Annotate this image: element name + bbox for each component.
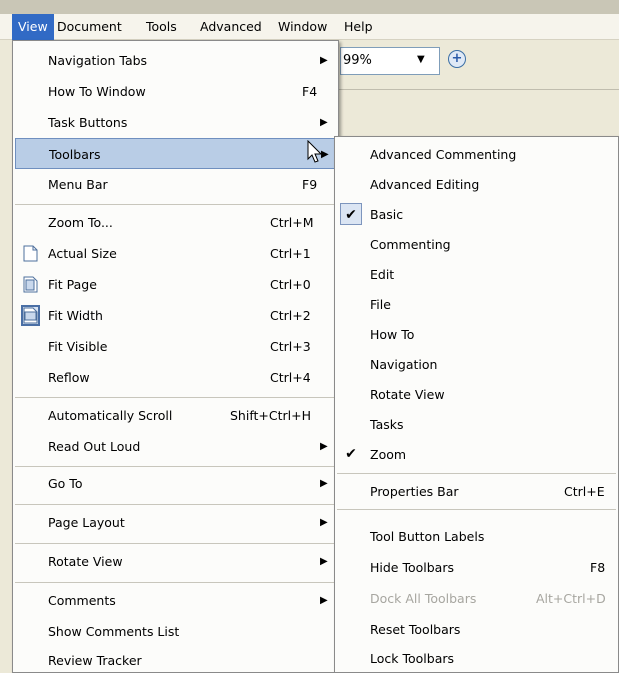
menu-item-fit-visible[interactable]: Fit Visible Ctrl+3 (14, 331, 338, 362)
menu-item-hide-toolbars[interactable]: Hide Toolbars F8 (336, 552, 618, 583)
menu-item-automatically-scroll[interactable]: Automatically Scroll Shift+Ctrl+H (14, 400, 338, 431)
menu-tools[interactable]: Tools (140, 14, 183, 40)
fit-width-icon (21, 305, 40, 326)
menu-item-show-comments-list[interactable]: Show Comments List (14, 616, 338, 647)
menu-separator (337, 509, 616, 510)
menu-item-zoom[interactable]: ✔ Zoom (336, 439, 618, 470)
menu-item-basic[interactable]: ✔ Basic (336, 199, 618, 230)
menu-item-navigation-tabs[interactable]: Navigation Tabs ▶ (14, 45, 338, 76)
menu-item-reset-toolbars[interactable]: Reset Toolbars (336, 614, 618, 645)
menu-separator (15, 582, 336, 583)
menu-separator (15, 543, 336, 544)
menu-item-advanced-commenting[interactable]: Advanced Commenting (336, 139, 618, 170)
menu-item-edit[interactable]: Edit (336, 259, 618, 290)
menu-help[interactable]: Help (338, 14, 379, 40)
menu-item-properties-bar[interactable]: Properties Bar Ctrl+E (336, 476, 618, 507)
menu-item-how-to[interactable]: How To (336, 319, 618, 350)
menu-item-zoom-to[interactable]: Zoom To... Ctrl+M (14, 207, 338, 238)
view-menu: Navigation Tabs ▶ How To Window F4 Task … (12, 40, 339, 673)
dropdown-arrow-icon[interactable]: ▼ (417, 54, 425, 65)
submenu-arrow-icon: ▶ (320, 595, 328, 606)
toolbars-submenu: Advanced Commenting Advanced Editing ✔ B… (334, 136, 619, 673)
menu-item-navigation[interactable]: Navigation (336, 349, 618, 380)
mouse-cursor-icon (307, 140, 323, 163)
fit-page-icon (23, 276, 38, 293)
submenu-arrow-icon: ▶ (320, 117, 328, 128)
menu-bar: View Document Tools Advanced Window Help (0, 14, 619, 40)
zoom-level-dropdown[interactable]: 99% ▼ (340, 47, 440, 75)
menu-item-dock-all-toolbars: Dock All Toolbars Alt+Ctrl+D (370, 591, 606, 606)
menu-item-toolbars[interactable]: Toolbars ▶ (15, 138, 335, 169)
menu-window[interactable]: Window (272, 14, 333, 40)
checkmark-icon: ✔ (345, 446, 357, 462)
menu-item-page-layout[interactable]: Page Layout ▶ (14, 507, 338, 538)
submenu-arrow-icon: ▶ (320, 441, 328, 452)
menu-item-rotate-view-toolbar[interactable]: Rotate View (336, 379, 618, 410)
menu-separator (15, 466, 336, 467)
menu-item-comments[interactable]: Comments ▶ (14, 585, 338, 616)
menu-item-advanced-editing[interactable]: Advanced Editing (336, 169, 618, 200)
menu-item-lock-toolbars[interactable]: Lock Toolbars (336, 643, 618, 673)
menu-item-tasks[interactable]: Tasks (336, 409, 618, 440)
menu-item-read-out-loud[interactable]: Read Out Loud ▶ (14, 431, 338, 462)
menu-item-task-buttons[interactable]: Task Buttons ▶ (14, 107, 338, 138)
menu-separator (15, 204, 336, 205)
menu-item-tool-button-labels[interactable]: Tool Button Labels (336, 521, 618, 552)
menu-item-menu-bar[interactable]: Menu Bar F9 (14, 169, 338, 200)
menu-item-how-to-window[interactable]: How To Window F4 (14, 76, 338, 107)
checkmark-icon: ✔ (340, 203, 362, 225)
menu-item-commenting[interactable]: Commenting (336, 229, 618, 260)
menu-item-fit-page[interactable]: Fit Page Ctrl+0 (14, 269, 338, 300)
submenu-arrow-icon: ▶ (320, 478, 328, 489)
menu-separator (15, 504, 336, 505)
page-icon (23, 245, 38, 262)
submenu-arrow-icon: ▶ (320, 55, 328, 66)
zoom-level-value: 99% (343, 53, 372, 68)
submenu-arrow-icon: ▶ (320, 556, 328, 567)
menu-item-go-to[interactable]: Go To ▶ (14, 468, 338, 499)
menu-advanced[interactable]: Advanced (194, 14, 268, 40)
menu-item-reflow[interactable]: Reflow Ctrl+4 (14, 362, 338, 393)
menu-item-fit-width[interactable]: Fit Width Ctrl+2 (14, 300, 338, 331)
menu-item-rotate-view[interactable]: Rotate View ▶ (14, 546, 338, 577)
window-top-edge (0, 0, 619, 14)
menu-separator (337, 473, 616, 474)
menu-item-review-tracker[interactable]: Review Tracker (14, 645, 338, 673)
menu-view[interactable]: View (12, 14, 54, 40)
menu-document[interactable]: Document (51, 14, 128, 40)
zoom-in-icon[interactable]: + (448, 50, 466, 68)
menu-separator (15, 397, 336, 398)
menu-item-actual-size[interactable]: Actual Size Ctrl+1 (14, 238, 338, 269)
menu-item-file[interactable]: File (336, 289, 618, 320)
submenu-arrow-icon: ▶ (320, 517, 328, 528)
